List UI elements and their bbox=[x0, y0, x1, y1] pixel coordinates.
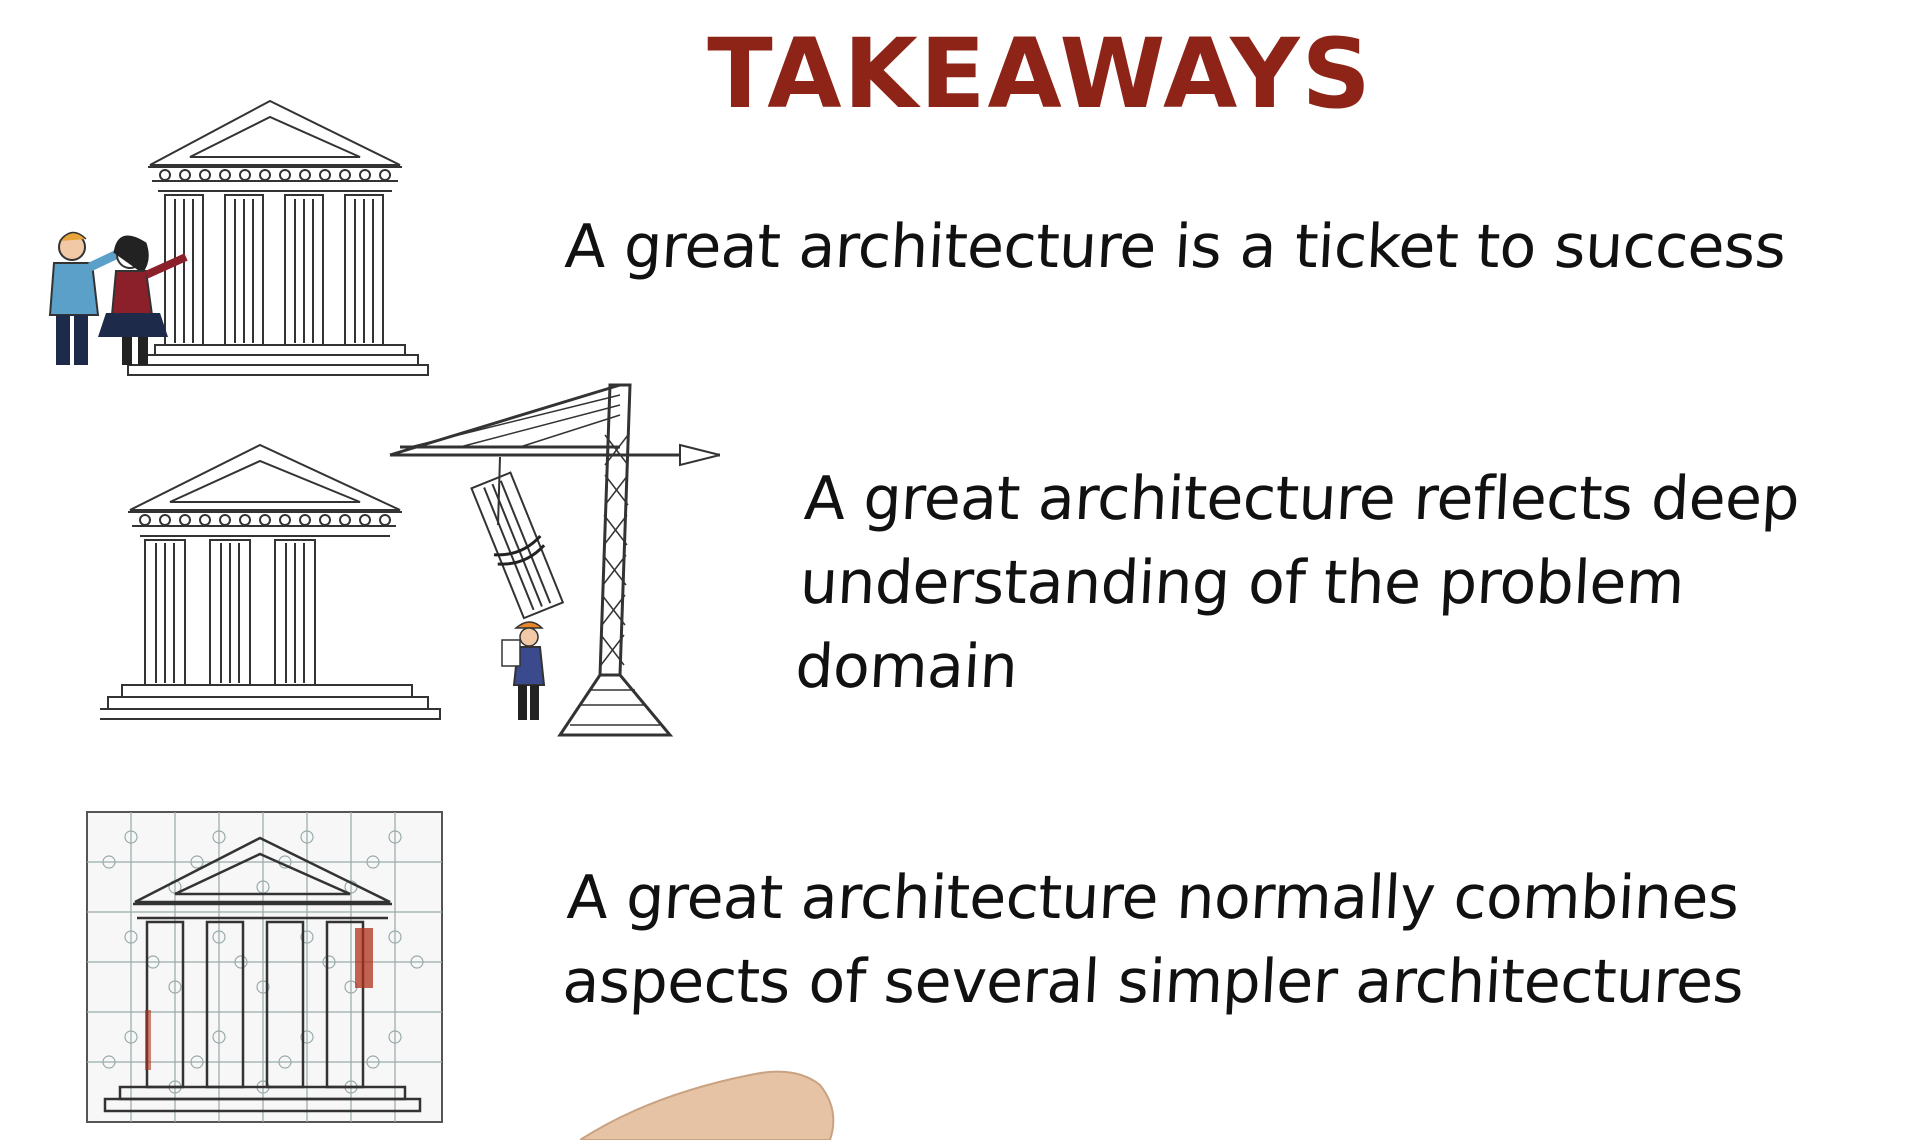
takeaway-line: A great architecture is a ticket to succ… bbox=[563, 212, 1788, 282]
takeaway-line: A great architecture reflects deep bbox=[802, 464, 1802, 534]
temple-jigsaw-puzzle-illustration bbox=[86, 811, 443, 1123]
temple-under-construction-illustration bbox=[100, 383, 720, 737]
takeaway-combines-architectures: A great architecture normally combines a… bbox=[561, 856, 1910, 1024]
takeaway-line: aspects of several simpler architectures bbox=[560, 947, 1746, 1017]
takeaway-ticket-to-success: A great architecture is a ticket to succ… bbox=[563, 205, 1907, 289]
takeaway-line: understanding of the problem domain bbox=[793, 548, 1686, 702]
presenter-hand bbox=[580, 1070, 835, 1140]
takeaway-deep-understanding: A great architecture reflects deep under… bbox=[793, 457, 1906, 709]
takeaway-line: A great architecture normally combines bbox=[565, 863, 1741, 933]
temple-with-people-illustration bbox=[48, 99, 429, 376]
